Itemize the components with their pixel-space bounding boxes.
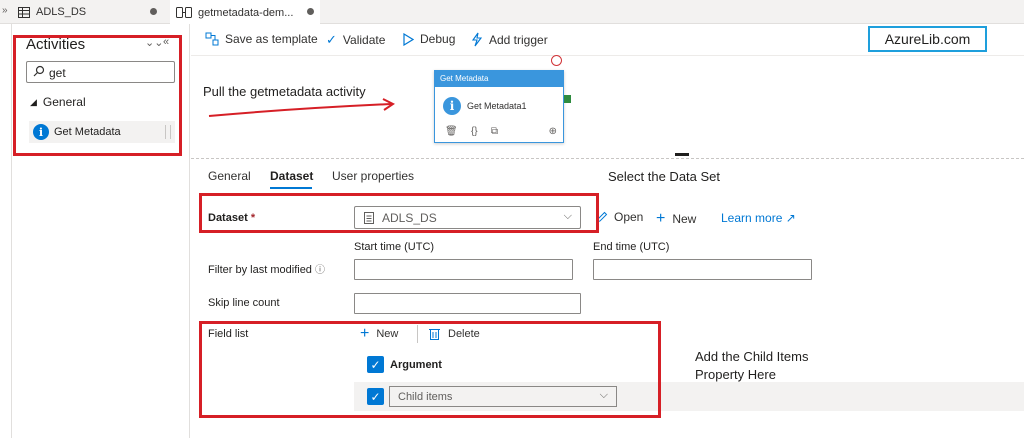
highlight-box-dataset: [199, 193, 599, 233]
new-label: New: [672, 212, 697, 226]
output-connector-icon[interactable]: ⊕: [549, 126, 557, 137]
highlight-box-field-list: [199, 321, 661, 418]
get-metadata-activity-card[interactable]: Get Metadata i Get Metadata1 🗑 {} ⧉ ⊕: [434, 70, 564, 143]
save-as-template-label: Save as template: [225, 32, 318, 46]
annotation-child-items-line2: Property Here: [695, 367, 776, 382]
save-as-template-button[interactable]: Save as template: [205, 32, 318, 46]
checkmark-icon: ✓: [326, 32, 337, 47]
annotation-arrow-icon: [208, 98, 395, 117]
info-outline-icon[interactable]: ⓘ: [315, 265, 325, 276]
card-activity-name: Get Metadata1: [467, 101, 527, 111]
play-icon: [403, 32, 414, 46]
filter-label-text: Filter by last modified: [208, 264, 312, 276]
debug-button[interactable]: Debug: [403, 32, 455, 46]
end-time-label: End time (UTC): [593, 241, 670, 253]
validate-label: Validate: [342, 33, 386, 47]
chevron-right-icon[interactable]: »: [2, 5, 8, 16]
debug-label: Debug: [420, 32, 456, 46]
external-link-icon: ↗: [785, 211, 796, 225]
open-label: Open: [614, 210, 644, 224]
unsaved-dot-icon: [150, 8, 157, 15]
azurelib-watermark: AzureLib.com: [868, 26, 987, 52]
validate-button[interactable]: ✓ Validate: [326, 32, 385, 48]
annotation-select-dataset: Select the Data Set: [608, 169, 721, 184]
card-header: Get Metadata: [435, 71, 563, 87]
skip-line-count-input[interactable]: [354, 293, 581, 314]
tab-adls-ds[interactable]: ADLS_DS: [18, 0, 163, 24]
open-dataset-button[interactable]: Open: [595, 210, 643, 224]
selected-tab-indicator: [270, 187, 312, 189]
new-dataset-button[interactable]: + New: [656, 210, 696, 228]
tab-label: getmetadata-dem...: [198, 6, 294, 19]
activity-status-circle-icon: [551, 55, 562, 66]
splitter-handle-icon[interactable]: [675, 153, 689, 156]
start-time-label: Start time (UTC): [354, 241, 435, 253]
start-time-input[interactable]: [354, 259, 573, 280]
filter-label: Filter by last modified ⓘ: [208, 261, 325, 276]
annotation-child-items-line1: Add the Child Items: [695, 349, 809, 364]
template-icon: [205, 32, 219, 46]
table-icon: [18, 6, 30, 18]
delete-icon[interactable]: 🗑: [445, 126, 458, 137]
tab-label: ADLS_DS: [36, 6, 87, 18]
copy-icon[interactable]: ⧉: [491, 126, 498, 137]
code-icon[interactable]: {}: [471, 126, 478, 137]
skip-line-count-label: Skip line count: [208, 297, 280, 309]
unsaved-dot-icon: [307, 8, 314, 15]
end-time-input[interactable]: [593, 259, 812, 280]
document-tab-strip: » ADLS_DS getmetadata-dem...: [0, 0, 1024, 25]
highlight-box-activities: [13, 35, 182, 156]
add-trigger-button[interactable]: Add trigger: [471, 32, 548, 47]
lightning-icon: [471, 32, 483, 47]
success-port-icon[interactable]: [564, 95, 571, 103]
add-trigger-label: Add trigger: [489, 32, 548, 47]
tab-user-properties[interactable]: User properties: [332, 169, 414, 183]
learn-more-link[interactable]: Learn more ↗: [721, 211, 796, 225]
tab-general[interactable]: General: [208, 169, 251, 183]
plus-icon: +: [656, 210, 666, 227]
tab-dataset[interactable]: Dataset: [270, 169, 313, 183]
pipeline-icon: [176, 7, 192, 18]
info-icon: i: [443, 97, 461, 115]
left-rail: [0, 24, 12, 438]
tab-getmetadata[interactable]: getmetadata-dem...: [170, 0, 320, 25]
learn-more-label: Learn more: [721, 211, 783, 225]
